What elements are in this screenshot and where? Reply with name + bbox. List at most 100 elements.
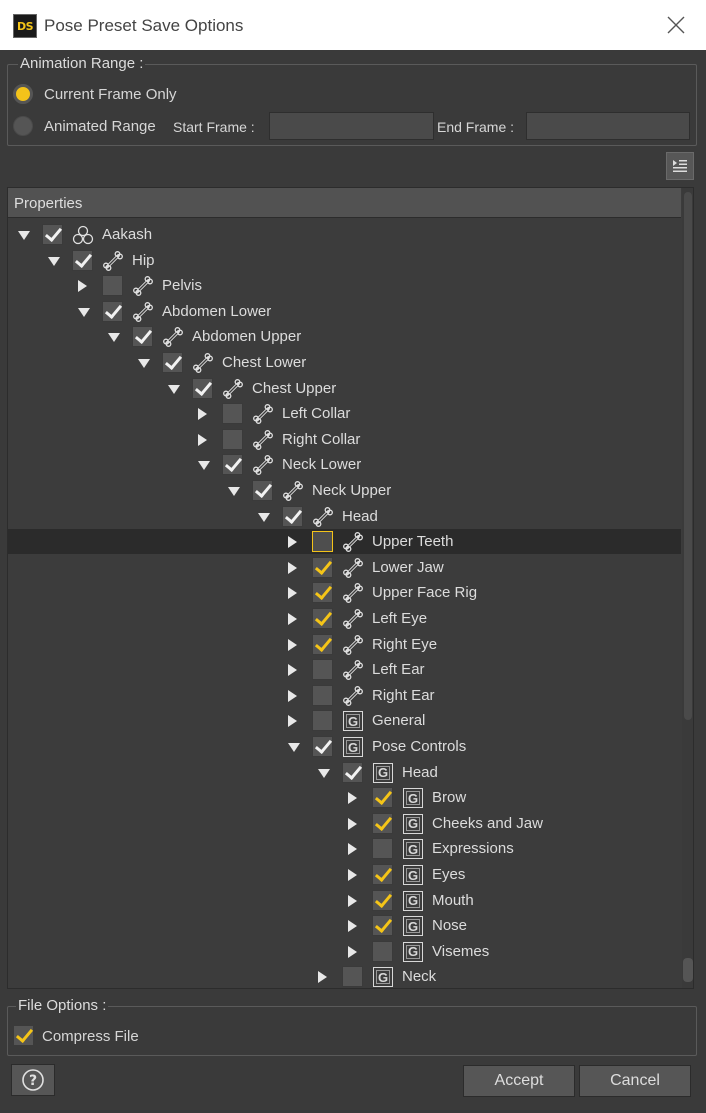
tree-checkbox[interactable]	[72, 249, 93, 271]
compress-file-checkbox[interactable]	[13, 1025, 34, 1046]
collapsed-arrow-icon[interactable]	[288, 664, 297, 677]
tree-scrollbar[interactable]	[682, 188, 693, 988]
tree-row[interactable]: Right Ear	[8, 683, 681, 708]
collapsed-arrow-icon[interactable]	[288, 638, 297, 651]
collapsed-arrow-icon[interactable]	[318, 971, 327, 984]
tree-row[interactable]: G Mouth	[8, 888, 681, 913]
tree-checkbox[interactable]	[372, 940, 393, 962]
tree-checkbox[interactable]	[162, 352, 183, 373]
expanded-arrow-icon[interactable]	[198, 461, 210, 471]
expanded-arrow-icon[interactable]	[48, 256, 60, 266]
cancel-button[interactable]: Cancel	[579, 1065, 691, 1097]
collapsed-arrow-icon[interactable]	[288, 715, 297, 728]
scrollbar-end-handle[interactable]	[683, 958, 693, 982]
tree-checkbox[interactable]	[312, 582, 333, 604]
tree-checkbox[interactable]	[312, 531, 333, 553]
collapsed-arrow-icon[interactable]	[288, 587, 297, 600]
tree-row[interactable]: Left Eye	[8, 606, 681, 631]
expanded-arrow-icon[interactable]	[138, 359, 150, 368]
collapsed-arrow-icon[interactable]	[348, 792, 357, 805]
tree-checkbox[interactable]	[282, 505, 303, 527]
tree-checkbox[interactable]	[372, 838, 393, 860]
tree-row[interactable]: Hip	[8, 248, 681, 273]
tree-checkbox[interactable]	[342, 966, 363, 988]
tree-checkbox[interactable]	[312, 736, 333, 757]
properties-tree[interactable]: Properties Aakash Hip Pelvis Abdomen Lower A…	[7, 187, 694, 989]
tree-checkbox[interactable]	[132, 326, 153, 348]
tree-row[interactable]: Aakash	[8, 222, 681, 247]
tree-row[interactable]: Neck Upper	[8, 478, 681, 503]
tree-checkbox[interactable]	[312, 659, 333, 681]
tree-row[interactable]: G Expressions	[8, 836, 681, 861]
tree-row[interactable]: G Pose Controls	[8, 734, 681, 759]
tree-checkbox[interactable]	[312, 710, 333, 732]
tree-checkbox[interactable]	[222, 403, 243, 425]
current-frame-radio[interactable]	[13, 84, 33, 104]
tree-checkbox[interactable]	[312, 684, 333, 706]
collapsed-arrow-icon[interactable]	[198, 408, 207, 421]
collapsed-arrow-icon[interactable]	[288, 689, 297, 702]
tree-checkbox[interactable]	[312, 633, 333, 655]
tree-checkbox[interactable]	[42, 224, 63, 245]
tree-row[interactable]: Left Collar	[8, 401, 681, 426]
tree-checkbox[interactable]	[342, 761, 363, 783]
collapsed-arrow-icon[interactable]	[288, 561, 297, 574]
tree-row[interactable]: Left Ear	[8, 657, 681, 682]
scrollbar-thumb[interactable]	[684, 192, 692, 720]
expanded-arrow-icon[interactable]	[18, 231, 30, 240]
tree-row[interactable]: G Brow	[8, 785, 681, 810]
expanded-arrow-icon[interactable]	[318, 768, 330, 778]
collapsed-arrow-icon[interactable]	[348, 894, 357, 907]
tree-row[interactable]: G General	[8, 708, 681, 733]
close-button[interactable]	[656, 10, 696, 40]
tree-checkbox[interactable]	[372, 864, 393, 885]
tree-checkbox[interactable]	[312, 556, 333, 578]
tree-checkbox[interactable]	[192, 377, 213, 399]
collapsed-arrow-icon[interactable]	[348, 817, 357, 830]
tree-row[interactable]: Chest Upper	[8, 376, 681, 401]
expanded-arrow-icon[interactable]	[78, 307, 90, 317]
start-frame-field[interactable]	[269, 112, 434, 140]
tree-checkbox[interactable]	[222, 428, 243, 450]
collapsed-arrow-icon[interactable]	[348, 869, 357, 881]
accept-button[interactable]: Accept	[463, 1065, 575, 1097]
animated-range-radio[interactable]	[13, 116, 33, 136]
collapsed-arrow-icon[interactable]	[348, 843, 357, 856]
collapsed-arrow-icon[interactable]	[198, 433, 207, 446]
tree-checkbox[interactable]	[372, 889, 393, 911]
tree-row[interactable]: Neck Lower	[8, 452, 681, 477]
tree-checkbox[interactable]	[102, 300, 123, 322]
tree-row[interactable]: G Neck	[8, 964, 681, 988]
tree-checkbox[interactable]	[372, 812, 393, 834]
tree-row[interactable]: Pelvis	[8, 273, 681, 298]
expanded-arrow-icon[interactable]	[168, 384, 180, 394]
tree-row[interactable]: Right Collar	[8, 427, 681, 452]
tree-checkbox[interactable]	[372, 915, 393, 937]
collapsed-arrow-icon[interactable]	[348, 920, 357, 933]
tree-row[interactable]: Head	[8, 504, 681, 529]
tree-row[interactable]: G Eyes	[8, 862, 681, 887]
tree-checkbox[interactable]	[312, 608, 333, 629]
tree-checkbox[interactable]	[252, 480, 273, 501]
tree-checkbox[interactable]	[222, 454, 243, 476]
expanded-arrow-icon[interactable]	[288, 743, 300, 752]
tree-checkbox[interactable]	[102, 275, 123, 297]
tree-row[interactable]: Upper Face Rig	[8, 580, 681, 605]
expanded-arrow-icon[interactable]	[108, 333, 120, 343]
tree-row[interactable]: Lower Jaw	[8, 555, 681, 580]
help-button[interactable]: ?	[11, 1064, 55, 1096]
collapsed-arrow-icon[interactable]	[78, 280, 87, 293]
tree-row[interactable]: G Cheeks and Jaw	[8, 811, 681, 836]
collapsed-arrow-icon[interactable]	[288, 613, 297, 625]
tree-row[interactable]: Abdomen Upper	[8, 324, 681, 349]
tree-row[interactable]: G Head	[8, 760, 681, 785]
expanded-arrow-icon[interactable]	[258, 512, 270, 522]
tree-row[interactable]: Upper Teeth	[8, 529, 681, 555]
options-menu-button[interactable]	[666, 152, 694, 180]
tree-row[interactable]: G Visemes	[8, 939, 681, 964]
collapsed-arrow-icon[interactable]	[288, 536, 297, 549]
expanded-arrow-icon[interactable]	[228, 487, 240, 496]
tree-checkbox[interactable]	[372, 787, 393, 809]
tree-row[interactable]: Abdomen Lower	[8, 299, 681, 324]
tree-row[interactable]: Chest Lower	[8, 350, 681, 375]
